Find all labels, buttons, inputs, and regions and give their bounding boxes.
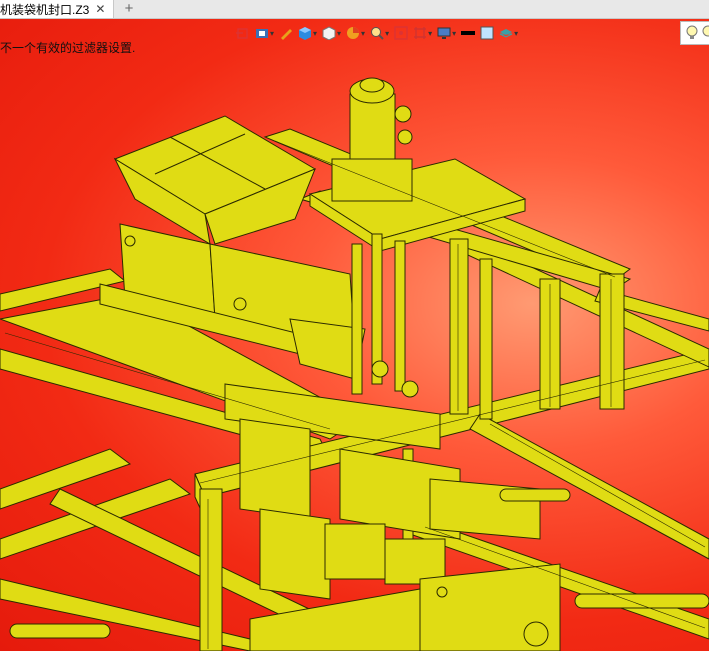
seal-plate <box>259 508 331 600</box>
post <box>199 488 223 651</box>
light-bulb-icon <box>701 25 709 46</box>
light-toggle-button[interactable] <box>680 21 709 45</box>
line-color-icon <box>461 26 476 40</box>
fit-icon <box>394 26 408 40</box>
display-button[interactable]: ▾ <box>437 22 456 44</box>
pie-view-icon <box>346 26 360 40</box>
shaft <box>351 243 363 395</box>
shaded-cube-icon <box>298 26 312 40</box>
frame-icon <box>413 26 427 40</box>
view-render-button[interactable]: ▾ <box>255 22 274 44</box>
document-tab-title: 机装袋机封口.Z3 <box>0 2 90 17</box>
wire-view-button[interactable]: ▾ <box>322 22 341 44</box>
fill-color-button[interactable] <box>480 22 494 44</box>
post <box>449 238 469 415</box>
zoom-button[interactable]: ▾ <box>370 22 389 44</box>
chevron-down-icon[interactable]: ▾ <box>452 29 456 38</box>
chevron-down-icon[interactable]: ▾ <box>337 29 341 38</box>
fit-button[interactable] <box>394 22 408 44</box>
post <box>599 273 625 410</box>
rod <box>499 488 571 502</box>
chevron-down-icon[interactable]: ▾ <box>313 29 317 38</box>
chevron-down-icon[interactable]: ▾ <box>514 29 518 38</box>
slide-block <box>239 418 311 520</box>
cad-model[interactable] <box>0 19 709 651</box>
bracket <box>324 523 386 580</box>
fill-color-icon <box>480 26 494 40</box>
rod <box>9 623 111 639</box>
chevron-down-icon[interactable]: ▾ <box>361 29 365 38</box>
select-filter-button[interactable] <box>236 22 250 44</box>
layer-button[interactable]: ▾ <box>499 22 518 44</box>
chevron-down-icon[interactable]: ▾ <box>385 29 389 38</box>
document-tab[interactable]: 机装袋机封口.Z3 ✕ <box>0 0 114 18</box>
pen-button[interactable] <box>279 22 293 44</box>
new-tab-button[interactable]: + <box>121 0 137 18</box>
view-render-icon <box>255 26 269 40</box>
view-toolbar: ▾ ▾ ▾ ▾ ▾ ▾ ▾ ▾ <box>236 22 523 44</box>
display-icon <box>437 26 451 40</box>
select-filter-icon <box>236 26 250 40</box>
frame-button[interactable]: ▾ <box>413 22 432 44</box>
pie-view-button[interactable]: ▾ <box>346 22 365 44</box>
pen-icon <box>279 26 293 40</box>
post <box>479 258 493 420</box>
wire-cube-icon <box>322 26 336 40</box>
document-tab-bar: 机装袋机封口.Z3 ✕ + <box>0 0 709 19</box>
chevron-down-icon[interactable]: ▾ <box>270 29 274 38</box>
filter-status-message: 不一个有效的过滤器设置. <box>0 41 136 55</box>
light-bulb-icon <box>685 25 699 46</box>
rod <box>574 593 709 609</box>
close-tab-icon[interactable]: ✕ <box>95 0 105 18</box>
line-color-button[interactable] <box>461 22 476 44</box>
chevron-down-icon[interactable]: ▾ <box>428 29 432 38</box>
shaded-view-button[interactable]: ▾ <box>298 22 317 44</box>
shaft <box>394 240 406 392</box>
3d-viewport[interactable]: 不一个有效的过滤器设置. ▾ ▾ ▾ ▾ ▾ ▾ ▾ ▾ <box>0 19 709 651</box>
zoom-icon <box>370 26 384 40</box>
cylinder-block <box>429 478 541 540</box>
layer-icon <box>499 26 513 40</box>
